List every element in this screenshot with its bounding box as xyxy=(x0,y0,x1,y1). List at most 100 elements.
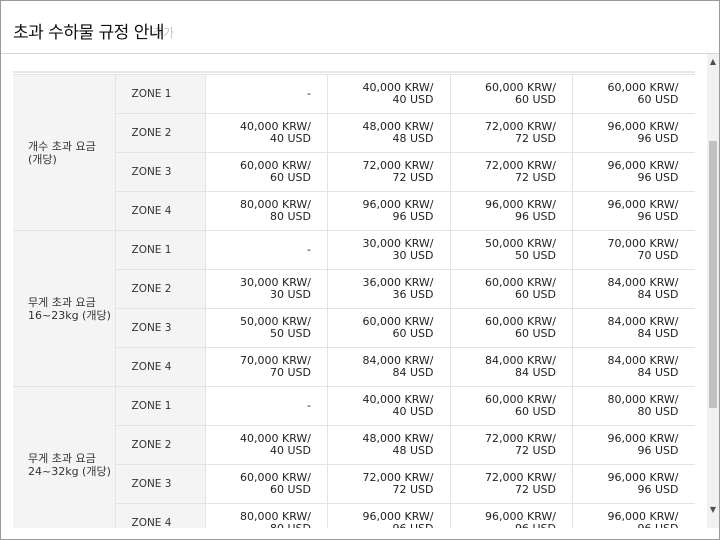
fee-line: 36 USD xyxy=(392,288,434,301)
fee-cell: 30,000 KRW/30 USD xyxy=(205,269,328,309)
fee-cell: 80,000 KRW/80 USD xyxy=(205,191,328,231)
fee-line: 40 USD xyxy=(270,444,311,457)
fee-line: 30 USD xyxy=(392,249,434,262)
scroll-down-arrow-icon[interactable]: ▼ xyxy=(707,504,719,516)
fee-line: 96 USD xyxy=(573,522,679,528)
zone-cell: ZONE 2 xyxy=(115,269,206,309)
fee-line: 96 USD xyxy=(637,210,679,223)
category-label-line: 24~32kg (개당) xyxy=(28,464,111,478)
fee-cell: 60,000 KRW/60 USD xyxy=(450,308,573,348)
fee-cell: 84,000 KRW/84 USD xyxy=(572,308,695,348)
zone-cell: ZONE 4 xyxy=(115,503,206,528)
fee-cell: - xyxy=(205,386,328,426)
fee-cell: 70,000 KRW/70 USD xyxy=(205,347,328,387)
table-row: ZONE 3 50,000 KRW/50 USD 60,000 KRW/60 USD… xyxy=(13,308,695,348)
fee-line: 40 USD xyxy=(392,405,434,418)
fee-cell: 60,000 KRW/60 USD xyxy=(450,74,573,114)
fee-line: 96 USD xyxy=(637,132,679,145)
table-row: ZONE 2 30,000 KRW/30 USD 36,000 KRW/36 USD… xyxy=(13,269,695,309)
fee-cell: 80,000 KRW/80 USD xyxy=(572,386,695,426)
fee-line: 84 USD xyxy=(637,366,679,379)
fee-cell: 96,000 KRW/96 USD xyxy=(327,191,451,231)
fee-cell: 60,000 KRW/60 USD xyxy=(450,386,573,426)
fee-cell: 72,000 KRW/72 USD xyxy=(450,152,573,192)
fee-cell: 50,000 KRW/50 USD xyxy=(205,308,328,348)
zone-cell: ZONE 3 xyxy=(115,152,206,192)
fee-line: 60 USD xyxy=(270,483,311,496)
zone-cell: ZONE 3 xyxy=(115,464,206,504)
category-label-line: 무게 초과 요금 xyxy=(28,451,96,465)
zone-cell: ZONE 3 xyxy=(115,308,206,348)
fee-line: 60 USD xyxy=(637,93,679,106)
fee-line: 70 USD xyxy=(637,249,679,262)
fee-cell: 96,000 KRW/96 USD xyxy=(572,503,695,528)
fee-line: 80 USD xyxy=(206,522,311,528)
fee-line: 84 USD xyxy=(637,288,679,301)
fee-cell: 96,000 KRW/96 USD xyxy=(572,425,695,465)
table-row: ZONE 3 60,000 KRW/60 USD 72,000 KRW/72 USD… xyxy=(13,464,695,504)
table-top-border xyxy=(13,71,695,73)
fee-cell: 96,000 KRW/96 USD xyxy=(327,503,451,528)
fee-cell: 96,000 KRW/96 USD xyxy=(450,191,573,231)
fee-table-container[interactable]: 개수 초과 요금 (개당) ZONE 1-40,000 KRW/40 USD 60,0… xyxy=(13,74,695,528)
fee-cell: 60,000 KRW/60 USD xyxy=(327,308,451,348)
category-label-line: 16~23kg (개당) xyxy=(28,308,111,322)
fee-line: - xyxy=(307,398,311,412)
category-cell: 무게 초과 요금 16~23kg (개당) xyxy=(13,230,116,387)
zone-cell: ZONE 4 xyxy=(115,347,206,387)
fee-line: 96 USD xyxy=(637,444,679,457)
fee-cell: 84,000 KRW/84 USD xyxy=(572,347,695,387)
fee-line: 72 USD xyxy=(392,171,434,184)
fee-cell: 40,000 KRW/40 USD xyxy=(205,425,328,465)
scroll-up-arrow-icon[interactable]: ▲ xyxy=(707,56,719,68)
table-row: ZONE 480,000 KRW/80 USD96,000 KRW/96 USD… xyxy=(13,191,695,231)
fee-cell: 40,000 KRW/40 USD xyxy=(205,113,328,153)
table-row: ZONE 4 70,000 KRW/70 USD 84,000 KRW/84 USD… xyxy=(13,347,695,387)
fee-cell: 60,000 KRW/60 USD xyxy=(205,152,328,192)
table-row: ZONE 2 40,000 KRW/40 USD 48,000 KRW/48 USD… xyxy=(13,425,695,465)
fee-cell: 40,000 KRW/40 USD xyxy=(327,386,451,426)
fee-cell: 80,000 KRW/80 USD xyxy=(205,503,328,528)
fee-cell: 36,000 KRW/36 USD xyxy=(327,269,451,309)
fee-table-body: 개수 초과 요금 (개당) ZONE 1-40,000 KRW/40 USD 60,0… xyxy=(13,74,695,528)
fee-cell: 60,000 KRW/60 USD xyxy=(205,464,328,504)
fee-line: 30 USD xyxy=(270,288,311,301)
category-cell: 무게 초과 요금 24~32kg (개당) xyxy=(13,386,116,528)
fee-line: 96 USD xyxy=(451,522,556,528)
fee-cell: 48,000 KRW/48 USD xyxy=(327,425,451,465)
table-row: ZONE 480,000 KRW/80 USD96,000 KRW/96 USD… xyxy=(13,503,695,528)
fee-cell: 72,000 KRW/72 USD xyxy=(450,425,573,465)
zone-cell: ZONE 2 xyxy=(115,425,206,465)
table-row: 무게 초과 요금 16~23kg (개당) ZONE 1 - 30,000 KRW/30… xyxy=(13,230,695,387)
fee-cell: 96,000 KRW/96 USD xyxy=(450,503,573,528)
fee-line: 60 USD xyxy=(515,327,556,340)
fee-line: - xyxy=(307,242,311,256)
table-row: ZONE 3 60,000 KRW/60 USD 72,000 KRW/72 USD… xyxy=(13,152,695,192)
table-row: 개수 초과 요금 (개당) ZONE 1-40,000 KRW/40 USD 60,0… xyxy=(13,74,695,231)
fee-line: 96 USD xyxy=(637,171,679,184)
fee-line: 40 USD xyxy=(270,132,311,145)
fee-table: 개수 초과 요금 (개당) ZONE 1-40,000 KRW/40 USD 60,0… xyxy=(13,74,695,528)
dialog-header: 추가 초과 수하물 규정 안내 xyxy=(1,1,719,54)
fee-line: 72 USD xyxy=(515,171,556,184)
zone-cell: ZONE 1 xyxy=(115,230,206,270)
fee-line: 84 USD xyxy=(392,366,434,379)
fee-cell: 96,000 KRW/96 USD xyxy=(572,113,695,153)
zone-cell: ZONE 2 xyxy=(115,113,206,153)
fee-cell: 70,000 KRW/70 USD xyxy=(572,230,695,270)
fee-cell: 30,000 KRW/30 USD xyxy=(327,230,451,270)
fee-line: 96 USD xyxy=(392,210,434,223)
fee-cell: 84,000 KRW/84 USD xyxy=(572,269,695,309)
category-label-line: (개당) xyxy=(28,152,57,166)
fee-line: 40 USD xyxy=(392,93,434,106)
zone-cell: ZONE 4 xyxy=(115,191,206,231)
fee-line: 96 USD xyxy=(328,522,434,528)
fee-cell: 96,000 KRW/96 USD xyxy=(572,191,695,231)
fee-line: 72 USD xyxy=(515,132,556,145)
fee-cell: 96,000 KRW/96 USD xyxy=(572,464,695,504)
fee-cell: 72,000 KRW/72 USD xyxy=(327,152,451,192)
scrollbar-thumb[interactable] xyxy=(709,141,717,408)
fee-cell: 48,000 KRW/48 USD xyxy=(327,113,451,153)
baggage-rules-dialog: 추가 초과 수하물 규정 안내 개수 초과 요금 (개당) ZONE 1-40,00… xyxy=(0,0,720,540)
fee-cell: 50,000 KRW/50 USD xyxy=(450,230,573,270)
